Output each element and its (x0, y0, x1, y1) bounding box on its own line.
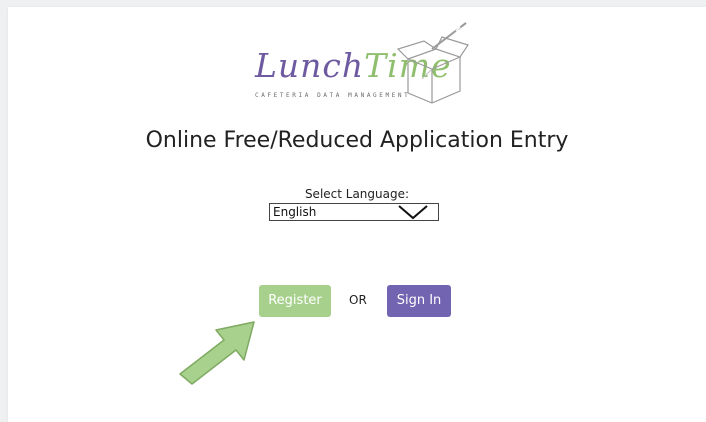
sign-in-button[interactable]: Sign In (387, 285, 451, 317)
language-select[interactable]: English (269, 203, 439, 221)
lunchtime-logo: LunchTime CAFETERIA DATA MANAGEMENT (246, 19, 478, 105)
arrow-pointer-icon (179, 321, 255, 385)
logo-word-lunch: Lunch (255, 46, 365, 85)
language-selected-value: English (273, 205, 317, 219)
language-label: Select Language: (304, 187, 410, 201)
chevron-down-icon (398, 205, 428, 220)
register-button[interactable]: Register (259, 285, 331, 317)
logo-tagline: CAFETERIA DATA MANAGEMENT (255, 92, 411, 99)
page-container: LunchTime CAFETERIA DATA MANAGEMENT Onli… (8, 7, 706, 422)
or-separator: OR (349, 293, 367, 307)
page-title: Online Free/Reduced Application Entry (145, 128, 569, 153)
lunchbox-icon (396, 22, 469, 104)
